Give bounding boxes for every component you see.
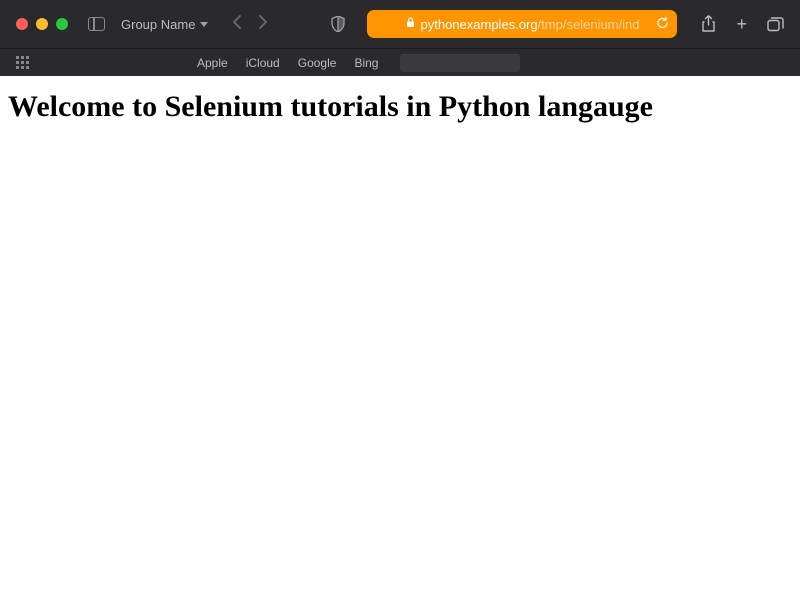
minimize-window-button[interactable] (36, 18, 48, 30)
maximize-window-button[interactable] (56, 18, 68, 30)
address-bar[interactable]: pythonexamples.org/tmp/selenium/ind (367, 10, 677, 38)
share-button[interactable] (701, 15, 716, 33)
apps-grid-icon[interactable] (16, 56, 29, 69)
favorite-link-apple[interactable]: Apple (197, 56, 228, 70)
page-content: Welcome to Selenium tutorials in Python … (0, 76, 800, 138)
forward-button[interactable] (258, 14, 268, 35)
favorite-link-google[interactable]: Google (298, 56, 337, 70)
favorite-link-icloud[interactable]: iCloud (246, 56, 280, 70)
favorites-bar: Apple iCloud Google Bing (0, 48, 800, 76)
sidebar-toggle-icon[interactable] (88, 17, 105, 31)
lock-icon (406, 15, 415, 33)
tab-group-label: Group Name (121, 17, 195, 32)
titlebar-right-icons: + (701, 14, 784, 35)
favorites-search-field[interactable] (400, 54, 520, 72)
reload-button[interactable] (656, 16, 669, 33)
tab-overview-button[interactable] (767, 17, 784, 32)
new-tab-button[interactable]: + (736, 14, 747, 35)
tab-group-dropdown[interactable]: Group Name (121, 17, 208, 32)
window-controls (16, 18, 68, 30)
chevron-down-icon (200, 22, 208, 27)
url-path: /tmp/selenium/ind (538, 17, 640, 32)
url-text: pythonexamples.org/tmp/selenium/ind (421, 17, 640, 32)
browser-titlebar: Group Name pythonexamples.org/tmp/seleni… (0, 0, 800, 48)
privacy-shield-icon[interactable] (331, 16, 345, 32)
close-window-button[interactable] (16, 18, 28, 30)
favorite-link-bing[interactable]: Bing (354, 56, 378, 70)
url-host: pythonexamples.org (421, 17, 538, 32)
navigation-arrows (232, 14, 268, 35)
back-button[interactable] (232, 14, 242, 35)
page-heading: Welcome to Selenium tutorials in Python … (8, 90, 792, 124)
